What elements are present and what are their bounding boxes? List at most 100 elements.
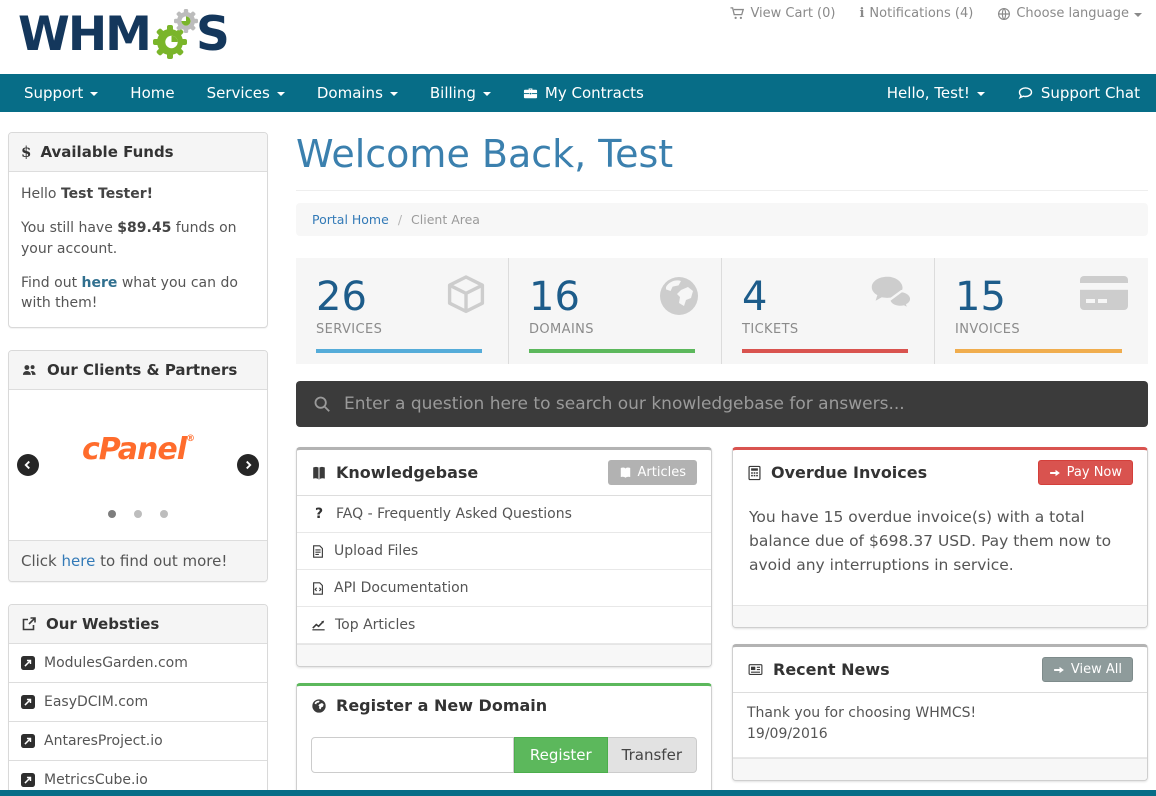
stat-tile-services[interactable]: 26 SERVICES <box>296 258 509 364</box>
users-icon <box>21 363 38 378</box>
cube-icon <box>442 272 490 320</box>
main-navbar: Support Home Services Domains Billing <box>0 74 1156 112</box>
chevron-down-icon <box>90 92 98 96</box>
chevron-down-icon <box>277 92 285 96</box>
nav-item-account-greeting[interactable]: Hello, Test! <box>871 74 1001 112</box>
chevron-down-icon <box>390 92 398 96</box>
navbar-left: Support Home Services Domains Billing <box>0 74 660 112</box>
nav-item-domains[interactable]: Domains <box>301 74 414 112</box>
articles-button[interactable]: Articles <box>608 460 697 485</box>
kb-item-upload-files[interactable]: Upload Files <box>297 533 711 570</box>
news-headline: Thank you for choosing WHMCS! <box>747 703 1133 724</box>
logo-text: S <box>196 6 228 64</box>
external-link-square-icon <box>21 773 35 787</box>
search-input[interactable] <box>344 394 1131 414</box>
funds-find-out-text: Find out here what you can do with them! <box>21 273 255 314</box>
dollar-icon: $ <box>21 143 31 161</box>
funds-balance-text: You still have $89.45 funds on your acco… <box>21 218 255 259</box>
stat-tile-tickets[interactable]: 4 TICKETS <box>722 258 935 364</box>
invoices-accent-bar <box>955 349 1122 353</box>
transfer-button[interactable]: Transfer <box>608 737 697 773</box>
register-domain-panel: Register a New Domain Register Transfer <box>296 683 712 796</box>
nav-item-my-contracts[interactable]: My Contracts <box>507 74 660 112</box>
partners-carousel: cPanel® <box>9 390 267 540</box>
register-button[interactable]: Register <box>514 737 608 773</box>
arrow-right-icon <box>1049 467 1061 479</box>
funds-here-link[interactable]: here <box>82 275 118 291</box>
services-accent-bar <box>316 349 482 353</box>
whmcs-client-area-page: WHM <box>0 0 1156 796</box>
chat-bubble-icon <box>1017 85 1034 101</box>
chevron-down-icon <box>1134 13 1142 17</box>
kb-item-api-documentation[interactable]: API Documentation <box>297 570 711 607</box>
overdue-invoices-panel: Overdue Invoices Pay Now You have 15 ove… <box>732 447 1148 628</box>
kb-item-top-articles[interactable]: Top Articles <box>297 607 711 644</box>
clients-partners-footer: Click here to find out more! <box>9 540 267 581</box>
overdue-invoices-title: Overdue Invoices <box>747 463 927 482</box>
nav-item-services[interactable]: Services <box>191 74 301 112</box>
globe-icon <box>311 698 327 714</box>
notifications-link[interactable]: i Notifications (4) <box>859 6 973 21</box>
recent-news-panel: Recent News View All Thank you for choos… <box>732 644 1148 781</box>
main-content: Welcome Back, Test Portal Home / Client … <box>296 132 1148 796</box>
chevron-down-icon <box>483 92 491 96</box>
arrow-right-icon <box>1053 664 1065 676</box>
stat-tile-invoices[interactable]: 15 INVOICES <box>935 258 1148 364</box>
knowledgebase-header: Knowledgebase Articles <box>297 450 711 496</box>
dashboard-panels: Knowledgebase Articles ? <box>296 447 1148 796</box>
briefcase-icon <box>523 86 538 101</box>
credit-card-icon <box>1078 272 1130 314</box>
carousel-next-button[interactable] <box>237 454 259 476</box>
website-link[interactable]: ModulesGarden.com <box>9 644 267 682</box>
line-chart-icon <box>311 618 326 632</box>
choose-language-link[interactable]: Choose language <box>997 6 1142 21</box>
carousel-dots <box>9 506 267 522</box>
recent-news-footer <box>733 758 1147 780</box>
recent-news-title: Recent News <box>747 660 890 679</box>
stat-tile-domains[interactable]: 16 DOMAINS <box>509 258 722 364</box>
file-code-icon <box>311 581 325 596</box>
website-link[interactable]: EasyDCIM.com <box>9 682 267 721</box>
clients-partners-panel: Our Clients & Partners cPanel® <box>8 350 268 582</box>
website-link[interactable]: AntaresProject.io <box>9 721 267 760</box>
question-icon: ? <box>311 506 327 522</box>
info-icon: i <box>859 6 864 21</box>
available-funds-header: $ Available Funds <box>9 133 267 172</box>
nav-item-billing[interactable]: Billing <box>414 74 507 112</box>
kb-item-faq[interactable]: ? FAQ - Frequently Asked Questions <box>297 496 711 533</box>
language-icon <box>997 7 1011 21</box>
external-link-square-icon <box>21 734 35 748</box>
carousel-dot[interactable] <box>108 510 116 518</box>
view-cart-link[interactable]: View Cart (0) <box>730 6 835 21</box>
view-all-button[interactable]: View All <box>1042 657 1133 682</box>
breadcrumb-portal-home[interactable]: Portal Home <box>312 212 389 227</box>
whmcs-logo[interactable]: WHM <box>18 6 228 64</box>
news-date: 19/09/2016 <box>747 724 1133 745</box>
available-funds-panel: $ Available Funds Hello Test Tester! You… <box>8 132 268 328</box>
domain-input-group: Register Transfer <box>311 737 697 773</box>
partners-here-link[interactable]: here <box>62 552 96 570</box>
carousel-dot[interactable] <box>160 510 168 518</box>
nav-item-home[interactable]: Home <box>114 74 190 112</box>
carousel-dot[interactable] <box>134 510 142 518</box>
nav-item-support[interactable]: Support <box>8 74 114 112</box>
left-panel-column: Knowledgebase Articles ? <box>296 447 712 796</box>
cpanel-logo[interactable]: cPanel® <box>9 432 267 467</box>
cart-icon <box>730 6 745 21</box>
stats-row: 26 SERVICES 16 DOMAINS <box>296 258 1148 364</box>
website-list: ModulesGarden.com EasyDCIM.com AntaresPr… <box>9 644 267 796</box>
book-icon <box>311 465 327 481</box>
knowledgebase-search-bar <box>296 381 1148 427</box>
domain-input[interactable] <box>311 737 514 773</box>
nav-item-support-chat[interactable]: Support Chat <box>1001 74 1156 112</box>
knowledgebase-title: Knowledgebase <box>311 463 478 482</box>
pay-now-button[interactable]: Pay Now <box>1038 460 1133 485</box>
gear-icon <box>148 6 198 64</box>
news-item[interactable]: Thank you for choosing WHMCS! 19/09/2016 <box>733 693 1147 758</box>
tickets-accent-bar <box>742 349 908 353</box>
recent-news-header: Recent News View All <box>733 647 1147 693</box>
search-icon <box>313 395 331 413</box>
globe-icon <box>655 272 703 320</box>
overdue-invoices-header: Overdue Invoices Pay Now <box>733 450 1147 491</box>
file-icon <box>311 544 325 559</box>
